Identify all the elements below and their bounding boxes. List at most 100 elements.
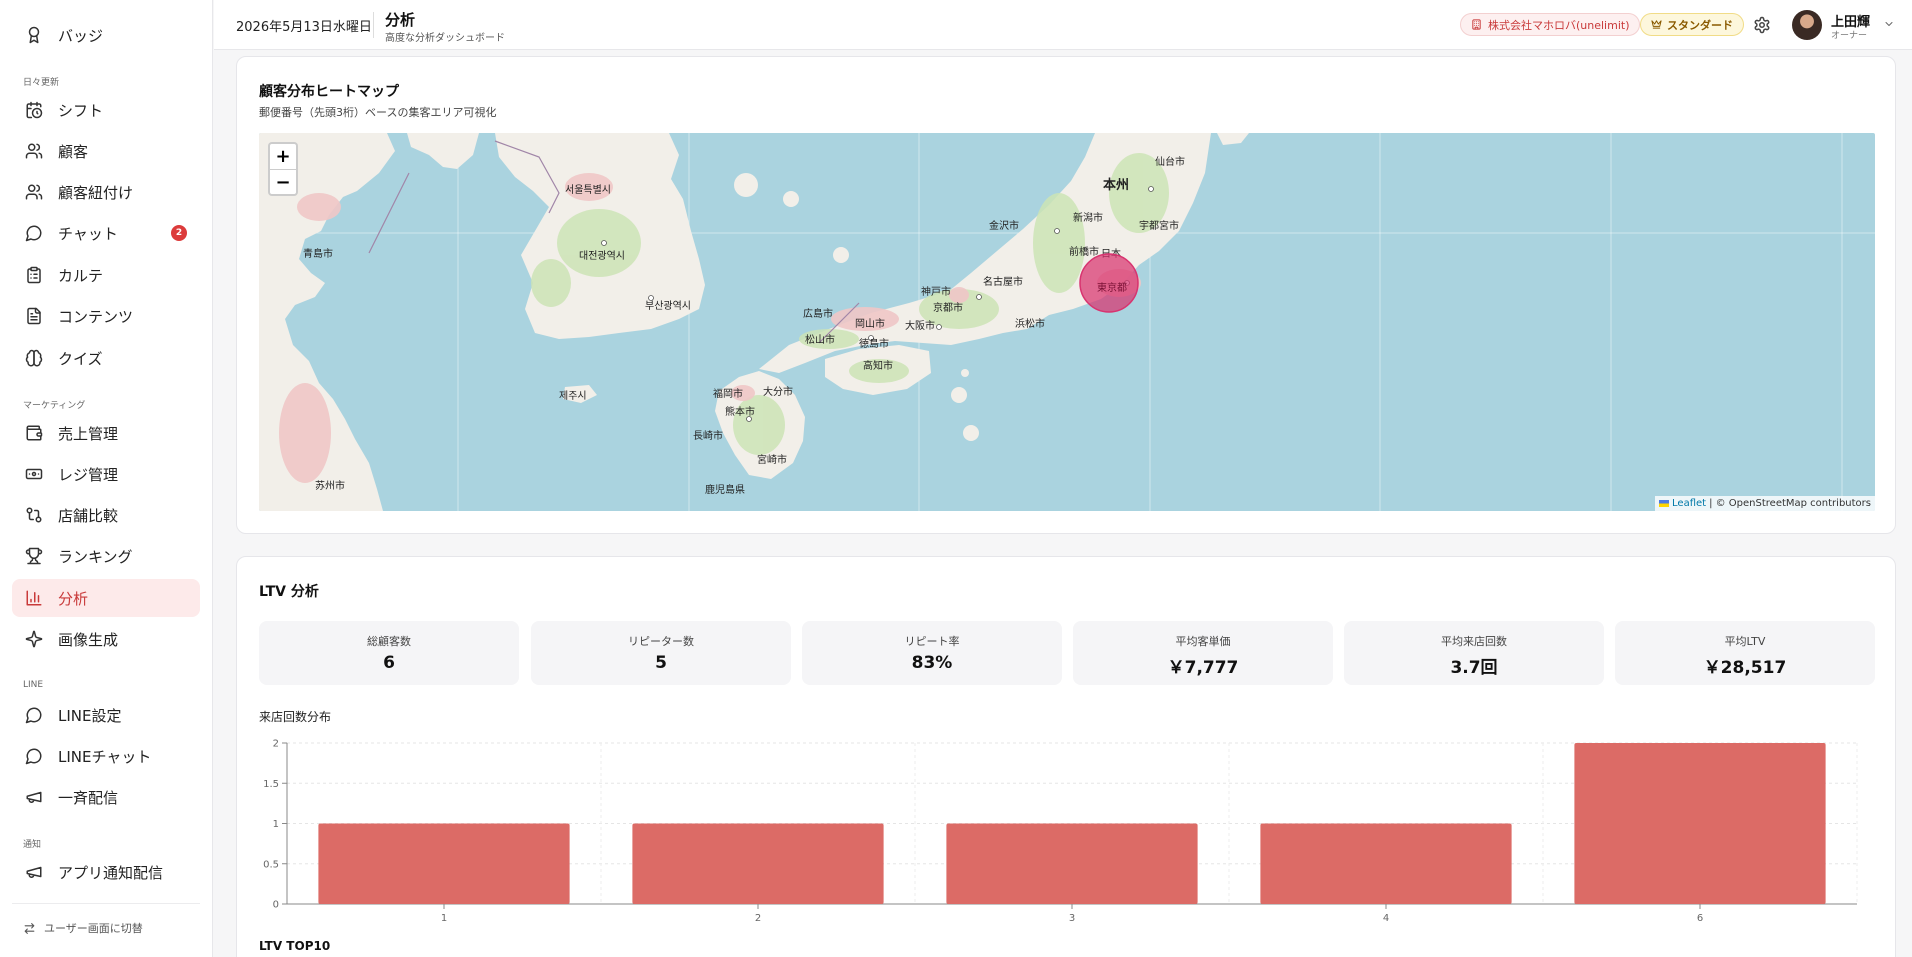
sidebar-item-analytics[interactable]: 分析 — [12, 579, 200, 617]
sidebar-item-label: チャット — [58, 224, 118, 243]
map-label-matsuyama: 松山市 — [805, 333, 835, 346]
badge-icon — [28, 26, 40, 44]
company-badge[interactable]: 株式会社マホロバ(unelimit) — [1460, 13, 1640, 36]
y-tick-label: 1 — [273, 819, 279, 830]
stat-repeaters: リピーター数 5 — [531, 621, 791, 685]
section-label-daily: 日々更新 — [23, 78, 60, 88]
sidebar-item-label: アプリ通知配信 — [58, 863, 164, 882]
x-tick-label: 3 — [1069, 913, 1075, 924]
sidebar-item-broadcast[interactable]: 一斉配信 — [12, 778, 200, 816]
y-tick-label: 0.5 — [263, 859, 279, 870]
gear-icon[interactable] — [1753, 16, 1771, 34]
sidebar-item-label: LINE設定 — [58, 706, 122, 725]
map-label-maebashi: 前橋市 — [1069, 245, 1099, 258]
sidebar-item-image-gen[interactable]: 画像生成 — [12, 620, 200, 658]
bar — [1260, 823, 1512, 904]
map-tiles: 本州 日本 仙台市 新潟市 金沢市 宇都宮市 前橋市 名古屋市 京都市 大阪市 … — [259, 133, 1875, 511]
stat-avg-ltv: 平均LTV ￥28,517 — [1615, 621, 1875, 685]
sidebar-item-label: LINEチャット — [58, 747, 152, 766]
sidebar-item-label: レジ管理 — [58, 465, 119, 484]
sidebar-item-customers[interactable]: 顧客 — [12, 132, 200, 170]
sidebar-item-label: シフト — [58, 101, 104, 120]
sidebar-item-chart[interactable]: カルテ — [12, 256, 200, 294]
stat-avg-visits: 平均来店回数 3.7回 — [1344, 621, 1604, 685]
header-divider — [373, 12, 374, 38]
sidebar-item-sales[interactable]: 売上管理 — [12, 414, 200, 452]
plan-badge: スタンダード — [1640, 13, 1744, 36]
bar — [632, 823, 884, 904]
sidebar-item-app-notify[interactable]: アプリ通知配信 — [12, 853, 200, 891]
customer-heatmap-map[interactable]: 本州 日本 仙台市 新潟市 金沢市 宇都宮市 前橋市 名古屋市 京都市 大阪市 … — [259, 133, 1875, 511]
sidebar-item-label: 分析 — [58, 589, 89, 608]
map-label-busan: 부산광역시 — [645, 300, 691, 312]
y-tick-label: 0 — [273, 900, 279, 911]
chat-icon — [25, 748, 42, 765]
map-zoom-control: + − — [268, 142, 298, 196]
x-tick-label: 2 — [755, 913, 761, 924]
sidebar-item-label: コンテンツ — [58, 307, 134, 326]
osm-attribution: | © OpenStreetMap contributors — [1709, 498, 1871, 509]
building-icon — [1472, 19, 1481, 30]
sidebar-item-store-compare[interactable]: 店舗比較 — [12, 496, 200, 534]
sidebar-item-label: ランキング — [58, 547, 133, 566]
compare-icon — [26, 507, 42, 523]
section-label-line: LINE — [23, 680, 44, 690]
marker-label-tokyo: 東京都 — [1097, 281, 1127, 294]
sidebar-item-customer-link[interactable]: 顧客紐付け — [12, 173, 200, 211]
stat-value: ￥7,777 — [1167, 658, 1239, 678]
megaphone-icon — [26, 866, 42, 878]
stat-label: リピーター数 — [628, 635, 694, 648]
sidebar-item-chat[interactable]: チャット 2 — [12, 214, 200, 252]
bar — [1574, 743, 1826, 904]
bar — [318, 823, 570, 904]
leaflet-link[interactable]: Leaflet — [1672, 498, 1706, 509]
heatmap-subtitle: 郵便番号（先頭3桁）ベースの集客エリア可視化 — [259, 106, 497, 119]
user-link-icon — [25, 184, 43, 200]
map-label-hamamatsu: 浜松市 — [1015, 317, 1045, 330]
wallet-icon — [26, 425, 43, 441]
stat-label: 平均LTV — [1724, 635, 1766, 648]
map-label-kobe: 神戸市 — [921, 285, 951, 298]
map-label-fukuoka: 福岡市 — [713, 387, 743, 400]
chat-icon — [25, 225, 42, 242]
sidebar-item-quiz[interactable]: クイズ — [12, 339, 200, 377]
sidebar-item-badge[interactable]: バッジ — [12, 16, 200, 54]
sidebar-item-ranking[interactable]: ランキング — [12, 537, 200, 575]
calendar-clock-icon — [26, 101, 43, 119]
stat-label: 総顧客数 — [367, 635, 411, 648]
sidebar-item-register[interactable]: レジ管理 — [12, 455, 200, 493]
sidebar-item-contents[interactable]: コンテンツ — [12, 297, 200, 335]
map-label-sendai: 仙台市 — [1155, 155, 1185, 168]
chevron-down-icon[interactable] — [1883, 18, 1895, 30]
sidebar-item-line-chat[interactable]: LINEチャット — [12, 737, 200, 775]
page-subtitle: 高度な分析ダッシュボード — [385, 33, 505, 44]
stat-value: 6 — [383, 653, 395, 673]
map-label-okayama: 岡山市 — [855, 317, 885, 330]
map-label-hiroshima: 広島市 — [803, 307, 833, 320]
visit-distribution-title: 来店回数分布 — [259, 710, 332, 724]
user-role: オーナー — [1831, 31, 1868, 41]
switch-to-user-view-link[interactable]: ユーザー画面に切替 — [23, 920, 143, 936]
map-label-kyoto: 京都市 — [933, 301, 963, 314]
heatmap-card: 顧客分布ヒートマップ 郵便番号（先頭3桁）ベースの集客エリア可視化 本州 仙台市… — [236, 56, 1896, 534]
sidebar-item-line-settings[interactable]: LINE設定 — [12, 696, 200, 734]
stat-label: リピート率 — [904, 635, 960, 648]
top-header: 2026年5月13日水曜日 分析 高度な分析ダッシュボード 株式会社マホロバ(u… — [214, 0, 1912, 50]
sidebar-item-label: 画像生成 — [58, 630, 119, 649]
stat-value: 3.7回 — [1450, 658, 1498, 678]
y-tick-label: 1.5 — [263, 779, 279, 790]
map-label-miyazaki: 宮崎市 — [757, 453, 787, 466]
register-icon — [25, 468, 43, 480]
avatar[interactable] — [1792, 10, 1822, 40]
ltv-card: LTV 分析 総顧客数 6 リピーター数 5 リピート率 83% 平均客単価 ￥… — [236, 556, 1896, 957]
section-label-notify: 通知 — [23, 840, 42, 850]
sidebar-divider — [12, 903, 200, 904]
users-icon — [25, 143, 43, 159]
map-label-tokushima: 徳島市 — [859, 337, 889, 350]
sidebar-item-shift[interactable]: シフト — [12, 91, 200, 129]
map-label-utsunomiya: 宇都宮市 — [1139, 219, 1179, 232]
stat-value: ￥28,517 — [1703, 658, 1787, 678]
crown-icon — [1651, 20, 1662, 29]
zoom-in-button[interactable]: + — [270, 144, 296, 169]
zoom-out-button[interactable]: − — [270, 169, 296, 194]
